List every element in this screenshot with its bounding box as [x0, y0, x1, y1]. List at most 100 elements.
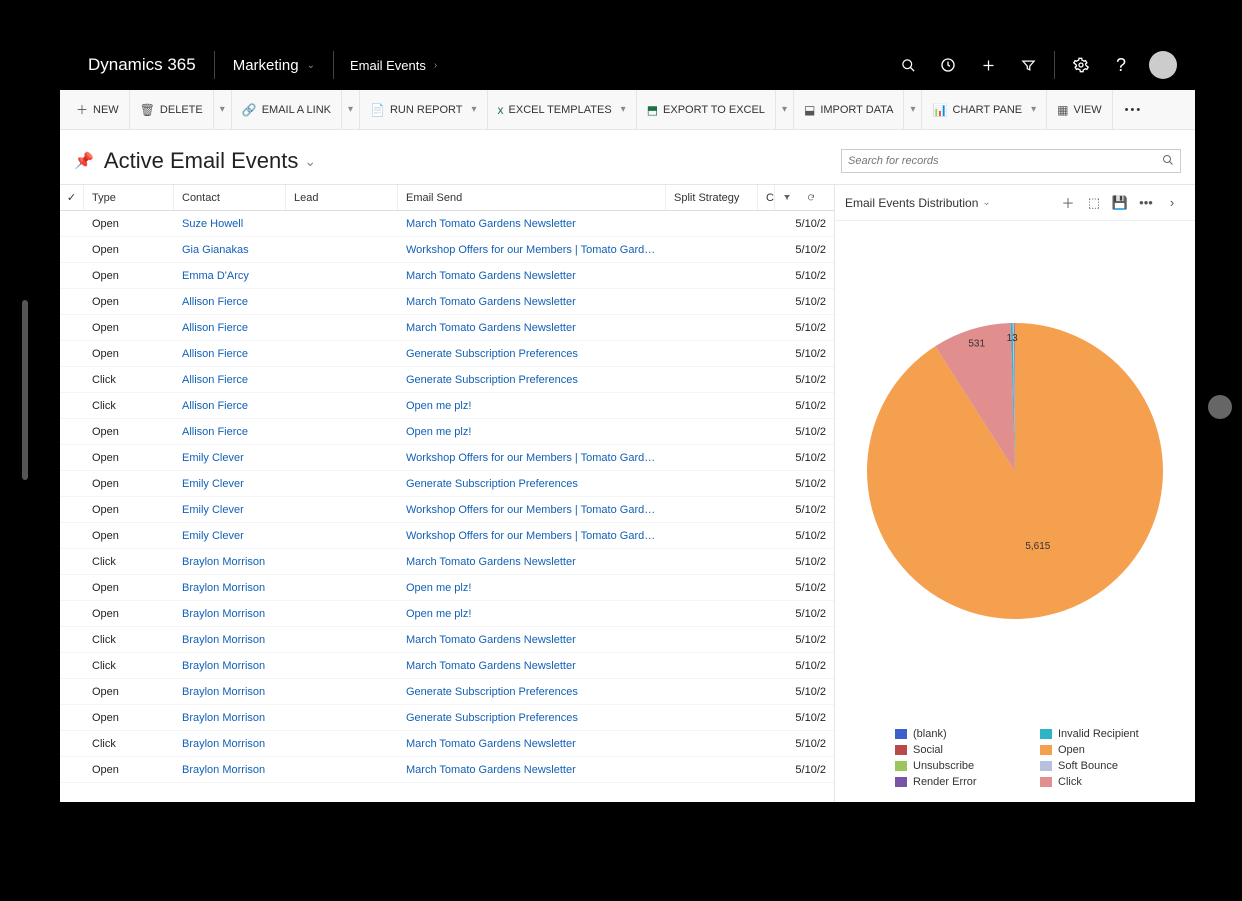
- table-row[interactable]: OpenAllison FierceOpen me plz!5/10/2: [60, 419, 834, 445]
- search-icon[interactable]: [1162, 154, 1174, 169]
- import-data-button[interactable]: ⬓IMPORT DATA: [794, 90, 904, 129]
- run-report-button[interactable]: 📄RUN REPORT▾: [360, 90, 488, 129]
- table-row[interactable]: ClickBraylon MorrisonMarch Tomato Garden…: [60, 627, 834, 653]
- recent-icon[interactable]: [928, 45, 968, 85]
- more-commands[interactable]: •••: [1113, 104, 1155, 116]
- cell-contact[interactable]: Emily Clever: [174, 530, 286, 542]
- col-email-send[interactable]: Email Send: [398, 185, 666, 210]
- table-row[interactable]: ClickBraylon MorrisonMarch Tomato Garden…: [60, 653, 834, 679]
- cell-contact[interactable]: Allison Fierce: [174, 322, 286, 334]
- col-lead[interactable]: Lead: [286, 185, 398, 210]
- cell-contact[interactable]: Braylon Morrison: [174, 634, 286, 646]
- cell-contact[interactable]: Emily Clever: [174, 504, 286, 516]
- user-avatar[interactable]: [1149, 51, 1177, 79]
- email-link-dropdown[interactable]: ▾: [342, 90, 360, 129]
- table-row[interactable]: OpenBraylon MorrisonMarch Tomato Gardens…: [60, 757, 834, 783]
- col-split-strategy[interactable]: Split Strategy: [666, 185, 758, 210]
- breadcrumb[interactable]: Email Events ›: [334, 58, 453, 73]
- save-chart-icon[interactable]: 💾: [1107, 195, 1133, 211]
- table-row[interactable]: OpenBraylon MorrisonGenerate Subscriptio…: [60, 705, 834, 731]
- cell-contact[interactable]: Emily Clever: [174, 452, 286, 464]
- legend-item[interactable]: Social: [895, 744, 1020, 756]
- cell-email-send[interactable]: Open me plz!: [398, 400, 666, 412]
- module-switcher[interactable]: Marketing ⌄: [215, 57, 333, 74]
- import-data-dropdown[interactable]: ▾: [904, 90, 922, 129]
- select-all[interactable]: ✓: [60, 185, 84, 210]
- legend-item[interactable]: Invalid Recipient: [1040, 728, 1165, 740]
- email-link-button[interactable]: 🔗EMAIL A LINK: [232, 90, 342, 129]
- cell-contact[interactable]: Braylon Morrison: [174, 556, 286, 568]
- cell-contact[interactable]: Allison Fierce: [174, 400, 286, 412]
- excel-templates-button[interactable]: xEXCEL TEMPLATES▾: [488, 90, 637, 129]
- delete-button[interactable]: 🗑DELETE: [130, 90, 214, 129]
- refresh-icon[interactable]: [799, 185, 823, 210]
- cell-email-send[interactable]: March Tomato Gardens Newsletter: [398, 660, 666, 672]
- legend-item[interactable]: Render Error: [895, 776, 1020, 788]
- search-icon[interactable]: [888, 45, 928, 85]
- table-row[interactable]: OpenGia GianakasWorkshop Offers for our …: [60, 237, 834, 263]
- table-row[interactable]: OpenBraylon MorrisonGenerate Subscriptio…: [60, 679, 834, 705]
- cell-email-send[interactable]: Open me plz!: [398, 608, 666, 620]
- collapse-chart-icon[interactable]: ›: [1159, 195, 1185, 210]
- col-contact[interactable]: Contact: [174, 185, 286, 210]
- table-row[interactable]: ClickAllison FierceGenerate Subscription…: [60, 367, 834, 393]
- cell-contact[interactable]: Braylon Morrison: [174, 582, 286, 594]
- right-drag-handle[interactable]: [1208, 395, 1232, 419]
- col-type[interactable]: Type: [84, 185, 174, 210]
- cell-contact[interactable]: Suze Howell: [174, 218, 286, 230]
- cell-email-send[interactable]: Generate Subscription Preferences: [398, 686, 666, 698]
- cell-email-send[interactable]: Workshop Offers for our Members | Tomato…: [398, 504, 666, 516]
- legend-item[interactable]: Unsubscribe: [895, 760, 1020, 772]
- cell-contact[interactable]: Emily Clever: [174, 478, 286, 490]
- table-row[interactable]: OpenAllison FierceMarch Tomato Gardens N…: [60, 289, 834, 315]
- export-excel-dropdown[interactable]: ▾: [776, 90, 794, 129]
- table-row[interactable]: OpenSuze HowellMarch Tomato Gardens News…: [60, 211, 834, 237]
- cell-contact[interactable]: Braylon Morrison: [174, 738, 286, 750]
- table-row[interactable]: OpenBraylon MorrisonOpen me plz!5/10/2: [60, 575, 834, 601]
- help-icon[interactable]: ?: [1101, 45, 1141, 85]
- table-row[interactable]: OpenEmily CleverGenerate Subscription Pr…: [60, 471, 834, 497]
- cell-email-send[interactable]: Open me plz!: [398, 582, 666, 594]
- cell-contact[interactable]: Gia Gianakas: [174, 244, 286, 256]
- cell-contact[interactable]: Braylon Morrison: [174, 660, 286, 672]
- table-row[interactable]: OpenEmily CleverWorkshop Offers for our …: [60, 445, 834, 471]
- cell-email-send[interactable]: Workshop Offers for our Members | Tomato…: [398, 452, 666, 464]
- pin-icon[interactable]: 📌: [74, 151, 94, 171]
- legend-item[interactable]: (blank): [895, 728, 1020, 740]
- cell-contact[interactable]: Allison Fierce: [174, 348, 286, 360]
- cell-email-send[interactable]: March Tomato Gardens Newsletter: [398, 218, 666, 230]
- cell-contact[interactable]: Braylon Morrison: [174, 764, 286, 776]
- cell-contact[interactable]: Allison Fierce: [174, 426, 286, 438]
- cell-contact[interactable]: Braylon Morrison: [174, 608, 286, 620]
- cell-contact[interactable]: Emma D'Arcy: [174, 270, 286, 282]
- cell-email-send[interactable]: March Tomato Gardens Newsletter: [398, 296, 666, 308]
- cell-contact[interactable]: Allison Fierce: [174, 374, 286, 386]
- new-button[interactable]: ＋NEW: [66, 90, 130, 129]
- left-drag-handle[interactable]: [22, 300, 28, 480]
- table-row[interactable]: OpenBraylon MorrisonOpen me plz!5/10/2: [60, 601, 834, 627]
- cell-email-send[interactable]: Generate Subscription Preferences: [398, 478, 666, 490]
- cell-email-send[interactable]: March Tomato Gardens Newsletter: [398, 556, 666, 568]
- table-row[interactable]: OpenAllison FierceGenerate Subscription …: [60, 341, 834, 367]
- cell-email-send[interactable]: March Tomato Gardens Newsletter: [398, 764, 666, 776]
- cell-email-send[interactable]: Workshop Offers for our Members | Tomato…: [398, 530, 666, 542]
- filter-icon[interactable]: [1008, 45, 1048, 85]
- cell-contact[interactable]: Allison Fierce: [174, 296, 286, 308]
- table-row[interactable]: ClickBraylon MorrisonMarch Tomato Garden…: [60, 549, 834, 575]
- table-row[interactable]: OpenEmily CleverWorkshop Offers for our …: [60, 497, 834, 523]
- cell-email-send[interactable]: Generate Subscription Preferences: [398, 374, 666, 386]
- search-input[interactable]: [848, 155, 1162, 167]
- delete-dropdown[interactable]: ▾: [214, 90, 232, 129]
- cell-email-send[interactable]: Generate Subscription Preferences: [398, 348, 666, 360]
- search-box[interactable]: [841, 149, 1181, 173]
- expand-chart-icon[interactable]: ⬚: [1081, 195, 1107, 211]
- chart-title-selector[interactable]: Email Events Distribution ⌄: [845, 196, 1055, 210]
- cell-email-send[interactable]: Workshop Offers for our Members | Tomato…: [398, 244, 666, 256]
- pie-chart[interactable]: 5,61553113: [860, 316, 1170, 626]
- legend-item[interactable]: Open: [1040, 744, 1165, 756]
- more-chart-icon[interactable]: •••: [1133, 195, 1159, 210]
- table-row[interactable]: OpenEmily CleverWorkshop Offers for our …: [60, 523, 834, 549]
- settings-icon[interactable]: [1061, 45, 1101, 85]
- table-row[interactable]: OpenAllison FierceMarch Tomato Gardens N…: [60, 315, 834, 341]
- product-logo[interactable]: Dynamics 365: [70, 55, 214, 75]
